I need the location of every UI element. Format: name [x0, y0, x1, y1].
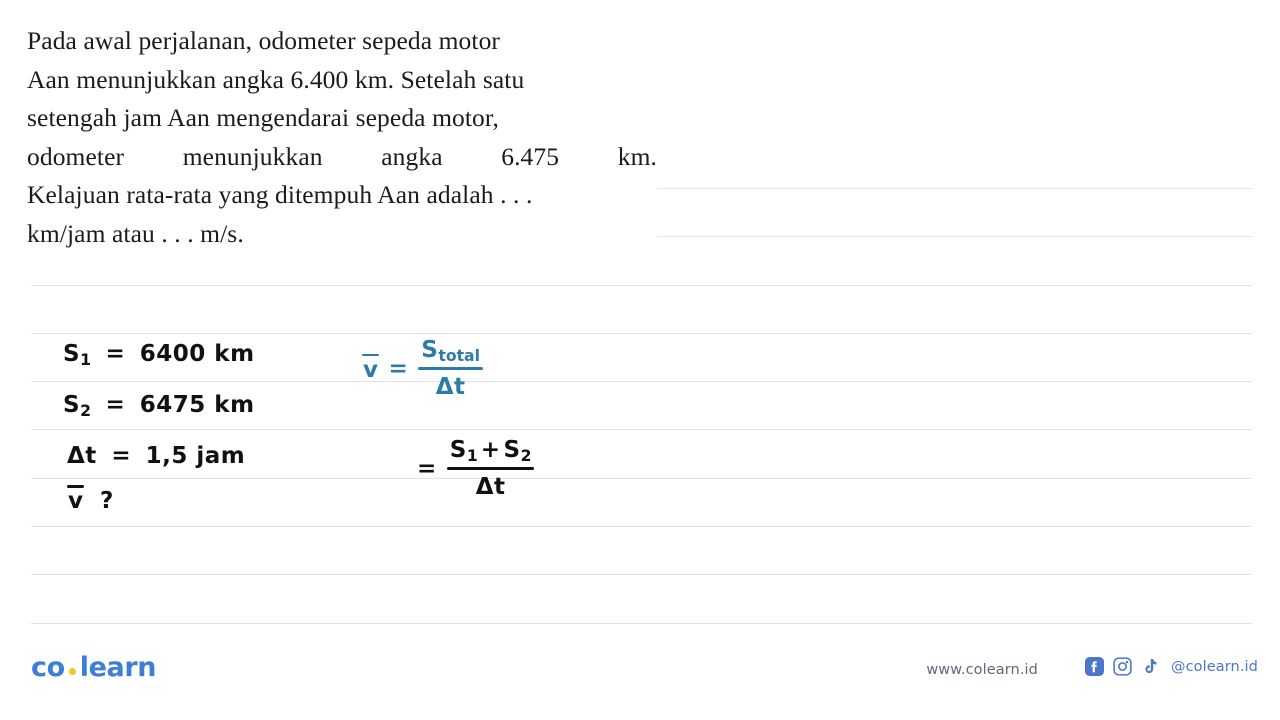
given-delta-t: Δt = 1,5 jam [67, 443, 245, 469]
rule-line [31, 285, 1252, 286]
formula-2-numerator-a: S [449, 437, 467, 463]
question-line-4-word: angka [381, 141, 443, 171]
logo-dot-icon [68, 668, 76, 675]
formula-1-equals: = [388, 356, 409, 383]
given-s2: S2 = 6475 km [63, 392, 255, 420]
question-line-5: Kelajuan rata-rata yang ditempuh Aan ada… [27, 180, 533, 209]
rule-line [31, 478, 1252, 479]
question-line-4: odometer menunjukkan angka 6.475 km. [27, 138, 657, 177]
page-footer: co learn www.colearn.id @colearn.id [0, 640, 1280, 720]
given-s1: S1 = 6400 km [63, 341, 255, 369]
question-line-3: setengah jam Aan mengendarai sepeda moto… [27, 103, 499, 132]
rule-line [31, 381, 1252, 382]
social-links: @colearn.id [1084, 657, 1258, 676]
rule-line [31, 623, 1252, 624]
formula-2-numerator-b: S [503, 437, 521, 463]
formula-1-numerator-subscript: total [438, 345, 480, 365]
formula-1-denominator: Δt [435, 374, 466, 401]
given-s2-symbol: S [63, 392, 81, 418]
formula-2-numerator-b-subscript: 2 [520, 445, 532, 465]
given-s1-equals: = [105, 341, 126, 367]
formula-sum-over-time: = S1 + S2 Δt [417, 437, 535, 501]
formula-2-equals: = [417, 456, 437, 483]
formula-1-numerator-symbol: S [421, 337, 439, 363]
formula-1-fraction-bar [418, 367, 483, 371]
question-line-4-word: 6.475 [501, 141, 560, 171]
given-s1-symbol: S [63, 341, 81, 367]
rule-line [31, 429, 1252, 430]
website-url[interactable]: www.colearn.id [926, 662, 1038, 678]
colearn-logo[interactable]: co learn [31, 652, 156, 683]
formula-2-fraction-bar [446, 467, 535, 471]
formula-2-plus: + [480, 437, 501, 463]
question-line-1: Pada awal perjalanan, odometer sepeda mo… [27, 26, 501, 55]
unknown-v: v ? [67, 485, 114, 514]
formula-1-fraction: Stotal Δt [418, 337, 483, 401]
facebook-icon[interactable] [1084, 657, 1104, 676]
formula-1-numerator: Stotal [418, 337, 483, 366]
social-handle[interactable]: @colearn.id [1171, 659, 1258, 675]
formula-2-numerator-a-subscript: 1 [466, 445, 478, 465]
question-line-4-word: odometer [27, 141, 125, 171]
instagram-icon[interactable] [1113, 657, 1132, 676]
given-delta-t-equals: = [111, 443, 132, 469]
question-line-4-word: km. [617, 141, 657, 171]
question-text: Pada awal perjalanan, odometer sepeda mo… [27, 22, 657, 259]
formula-average-speed: v = Stotal Δt [362, 337, 483, 401]
formula-2-numerator: S1 + S2 [447, 437, 535, 466]
given-delta-t-value: 1,5 jam [145, 443, 246, 469]
question-line-6: km/jam atau . . . m/s. [27, 218, 244, 248]
rule-line [31, 526, 1252, 527]
question-line-2: Aan menunjukkan angka 6.400 km. Setelah … [27, 64, 525, 94]
logo-text-co: co [31, 652, 65, 683]
question-line-4-word: menunjukkan [182, 141, 323, 171]
formula-2-denominator: Δt [475, 474, 506, 501]
formula-2-fraction: S1 + S2 Δt [446, 437, 535, 501]
worksheet-page: Pada awal perjalanan, odometer sepeda mo… [0, 0, 1280, 720]
unknown-v-symbol: v [67, 485, 84, 514]
given-s1-subscript: 1 [80, 349, 91, 369]
formula-1-lhs: v [362, 353, 379, 383]
unknown-v-question-mark: ? [100, 488, 114, 514]
given-delta-t-symbol: Δt [67, 443, 97, 469]
tiktok-icon[interactable] [1141, 657, 1160, 676]
given-s2-equals: = [105, 392, 126, 418]
rule-line [31, 574, 1252, 575]
given-s2-subscript: 2 [80, 400, 91, 420]
given-s2-value: 6475 km [139, 392, 255, 418]
given-s1-value: 6400 km [139, 341, 255, 367]
rule-line [31, 333, 1252, 334]
logo-text-learn: learn [79, 652, 157, 683]
